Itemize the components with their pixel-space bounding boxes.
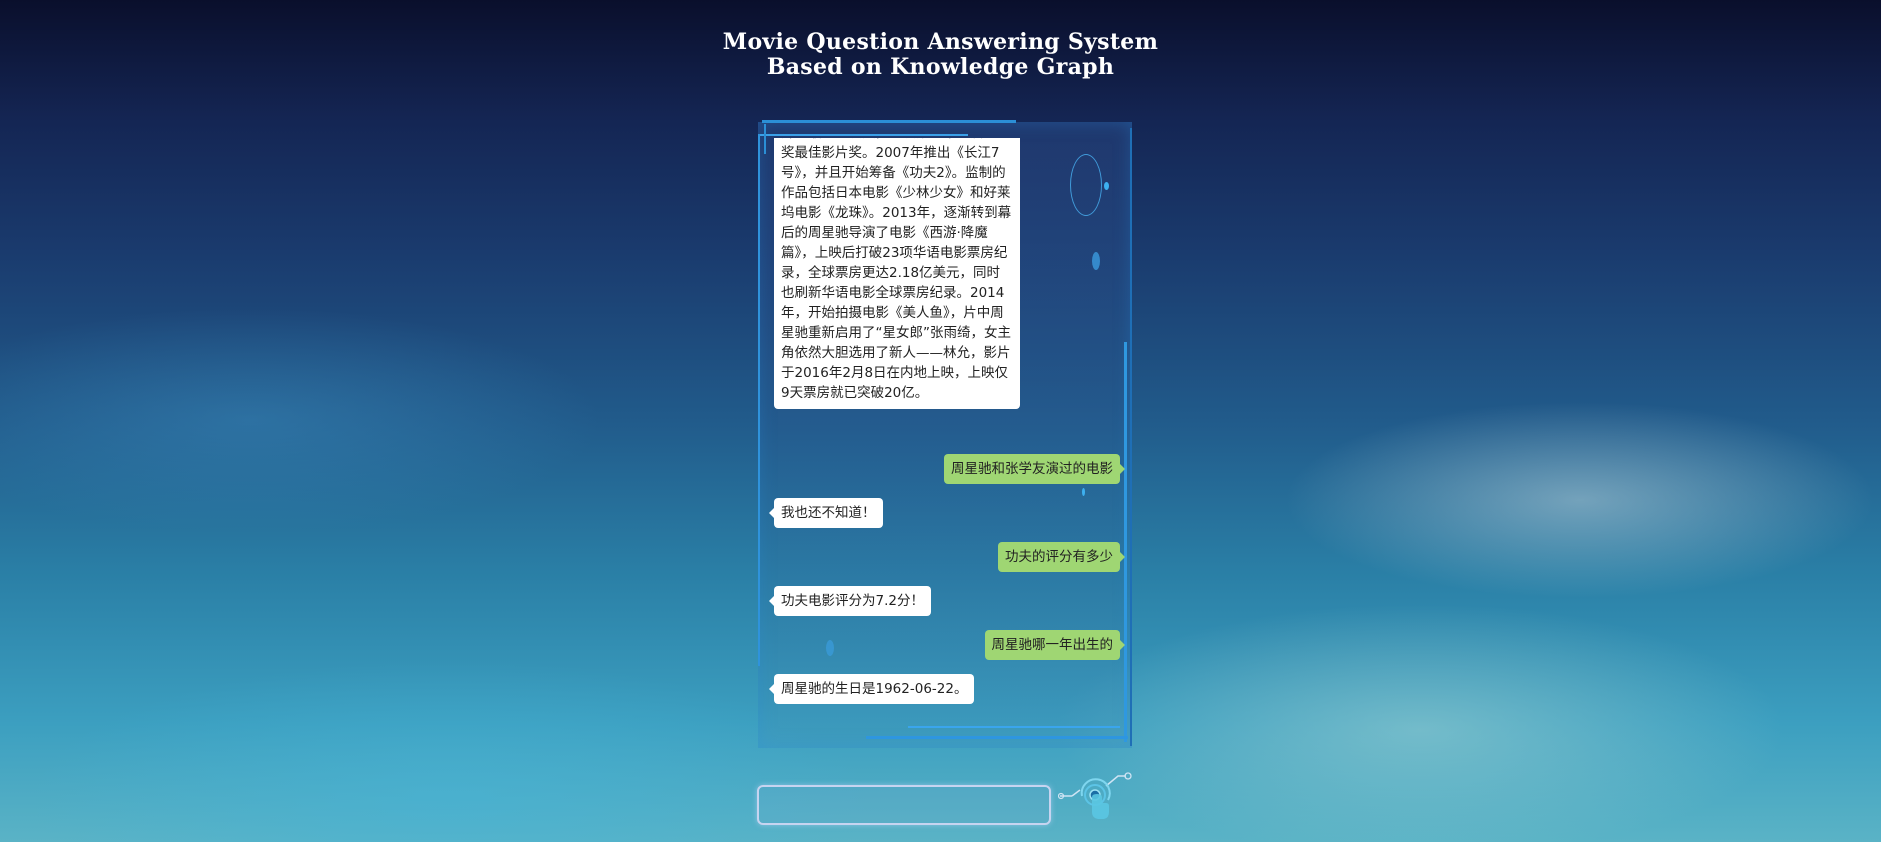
message-list[interactable]: 片、最佳导演奖，以及第二十四届金像奖最佳影片奖。2007年推出《长江7号》，并且… (758, 138, 1132, 728)
user-message: 周星驰哪一年出生的 (984, 630, 1125, 660)
page-title: Movie Question Answering System Based on… (0, 30, 1881, 80)
title-line-1: Movie Question Answering System (722, 29, 1159, 55)
touch-send-icon (1057, 772, 1132, 819)
title-line-2: Based on Knowledge Graph (766, 54, 1115, 80)
bot-message: 我也还不知道！ (769, 498, 883, 528)
question-input[interactable] (757, 785, 1051, 825)
frame-border-top (762, 120, 1016, 123)
bot-message: 片、最佳导演奖，以及第二十四届金像奖最佳影片奖。2007年推出《长江7号》，并且… (774, 138, 1020, 409)
bot-message: 周星驰的生日是1962-06-22。 (768, 674, 975, 704)
bot-message: 功夫电影评分为7.2分！ (769, 586, 931, 616)
send-button[interactable] (1057, 766, 1134, 826)
frame-border-top-inner (758, 134, 968, 136)
user-message: 周星驰和张学友演过的电影 (944, 454, 1125, 484)
frame-border-bottom (866, 736, 1128, 739)
user-message: 功夫的评分有多少 (998, 542, 1125, 572)
chat-window: 片、最佳导演奖，以及第二十四届金像奖最佳影片奖。2007年推出《长江7号》，并且… (758, 120, 1132, 748)
